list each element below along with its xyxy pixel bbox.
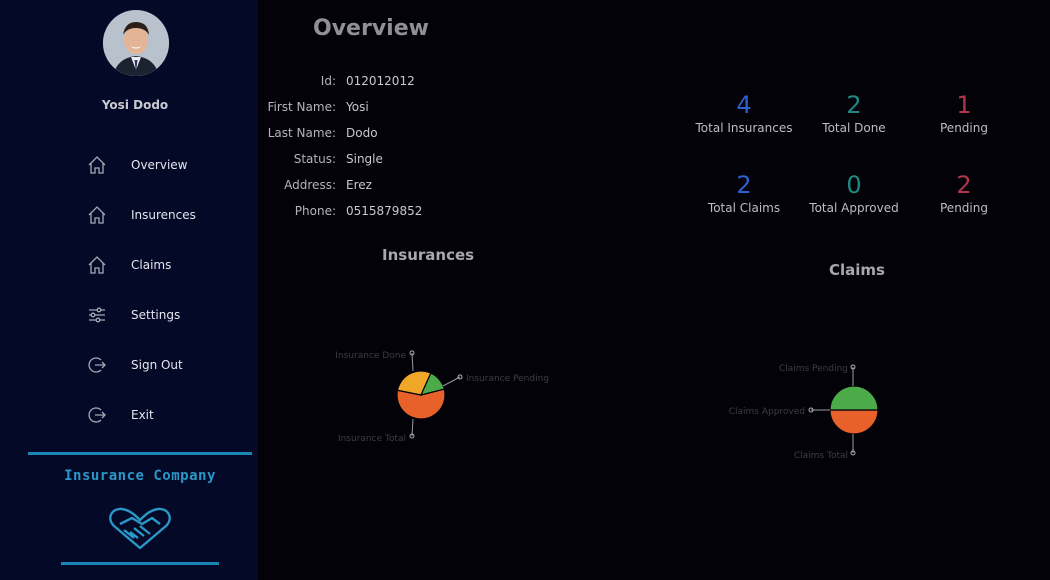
pie-label: Insurance Pending [466,374,549,384]
pie-label: Claims Approved [729,407,805,417]
pie-slice [829,385,879,411]
pie-charts: Insurance Total Insurance Done Insurance P… [335,350,879,461]
pie-leader-line [411,352,414,372]
pie-label: Claims Total [794,451,848,461]
pie-label: Insurance Done [335,351,406,361]
pie-label: Insurance Total [338,434,406,444]
pie-slice [829,409,879,435]
pie-label: Claims Pending [779,364,848,374]
pie-leader-line [442,376,461,387]
insurances-pie-chart: Insurance Total Insurance Done Insurance P… [335,350,549,444]
pie-leader-line [411,418,414,437]
claims-pie-chart: Claims Total Claims Approved Claims Pendin… [729,364,879,461]
